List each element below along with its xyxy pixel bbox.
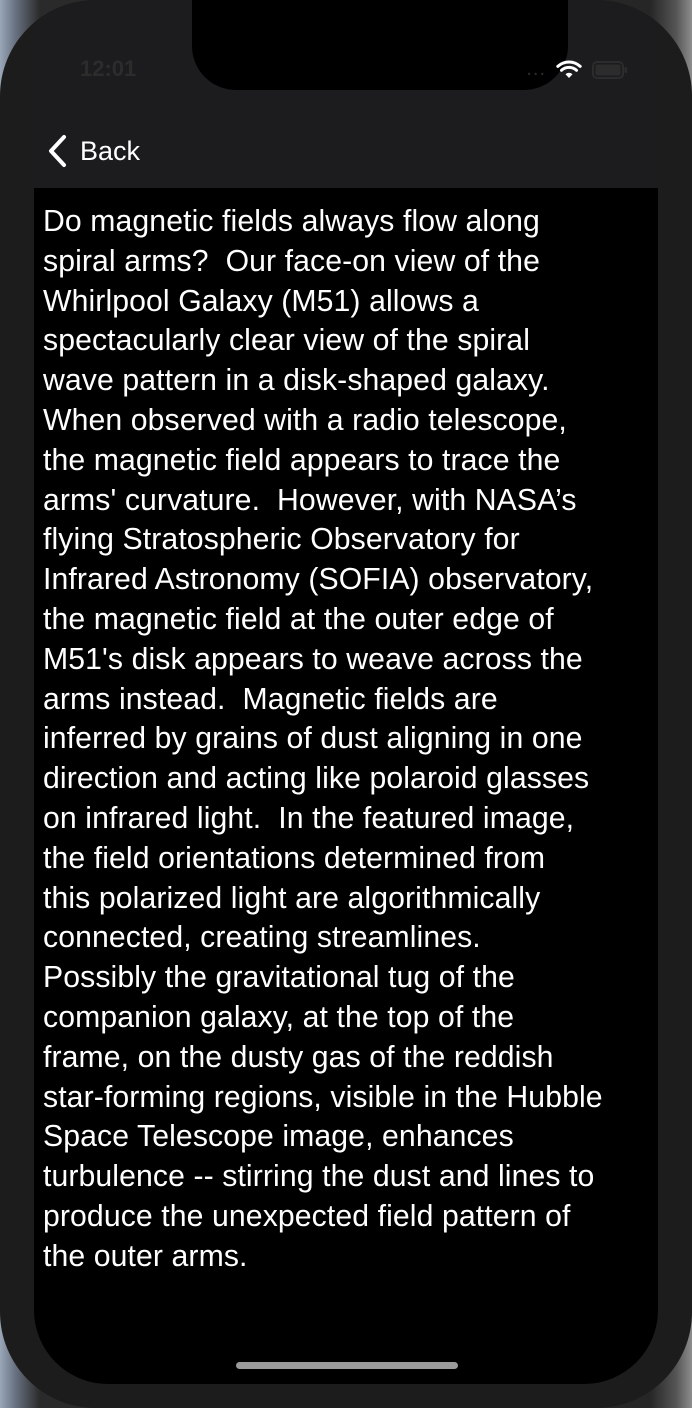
description-line: the magnetic field at the outer edge of [43,602,554,636]
description-line: Do magnetic fields always flow along [43,205,540,238]
description-line: frame, on the dusty gas of the reddish [43,1040,554,1074]
chevron-left-icon [49,135,66,167]
description-line: spiral arms? Our face-on view of the [43,244,540,278]
status-icons: ... [526,58,628,81]
description-line: M51's disk appears to weave across the [43,642,583,676]
description-line: turbulence -- stirring the dust and line… [43,1160,595,1194]
description-line: produce the unexpected field pattern of [43,1199,571,1233]
status-time: 12:01 [80,56,137,81]
description-line: Possibly the gravitational tug of the [43,961,515,995]
description-line: spectacularly clear view of the spiral [43,324,531,358]
content-area: Do magnetic fields always flow along spi… [34,188,658,1384]
wifi-icon [556,60,582,80]
description-line: connected, creating streamlines. [43,921,481,955]
description-line: star-forming regions, visible in the Hub… [43,1080,603,1114]
description-line: the outer arms. [43,1239,248,1273]
back-button[interactable]: Back [46,134,140,168]
description-line: direction and acting like polaroid glass… [43,762,590,796]
description-line: wave pattern in a disk-shaped galaxy. [43,364,550,398]
phone-frame: 12:01 ... Back Do magnetic fields always… [0,0,692,1408]
description-line: flying Stratospheric Observatory for [43,523,520,557]
description-line: the magnetic field appears to trace the [43,443,561,477]
description-line: on infrared light. In the featured image… [43,801,575,835]
description-line: this polarized light are algorithmically [43,881,541,915]
signal-dots: ... [526,58,546,80]
app-screen: 12:01 ... Back Do magnetic fields always… [34,0,658,1384]
description-line: Space Telescope image, enhances [43,1120,514,1154]
description-line: Infrared Astronomy (SOFIA) observatory, [43,563,594,597]
battery-icon [592,60,628,79]
home-indicator[interactable] [236,1362,458,1369]
back-label: Back [80,135,141,166]
description-line: arms' curvature. However, with NASA’s [43,483,577,517]
description-line: companion galaxy, at the top of the [43,1000,515,1034]
description-line: inferred by grains of dust aligning in o… [43,722,583,756]
description-line: Whirlpool Galaxy (M51) allows a [43,284,479,318]
description-line: arms instead. Magnetic fields are [43,682,498,716]
description-line: the field orientations determined from [43,841,546,875]
description-line: When observed with a radio telescope, [43,403,567,437]
description-text: Do magnetic fields always flow along spi… [43,202,653,1277]
navigation-bar: Back [34,112,658,188]
device-notch [192,0,568,90]
